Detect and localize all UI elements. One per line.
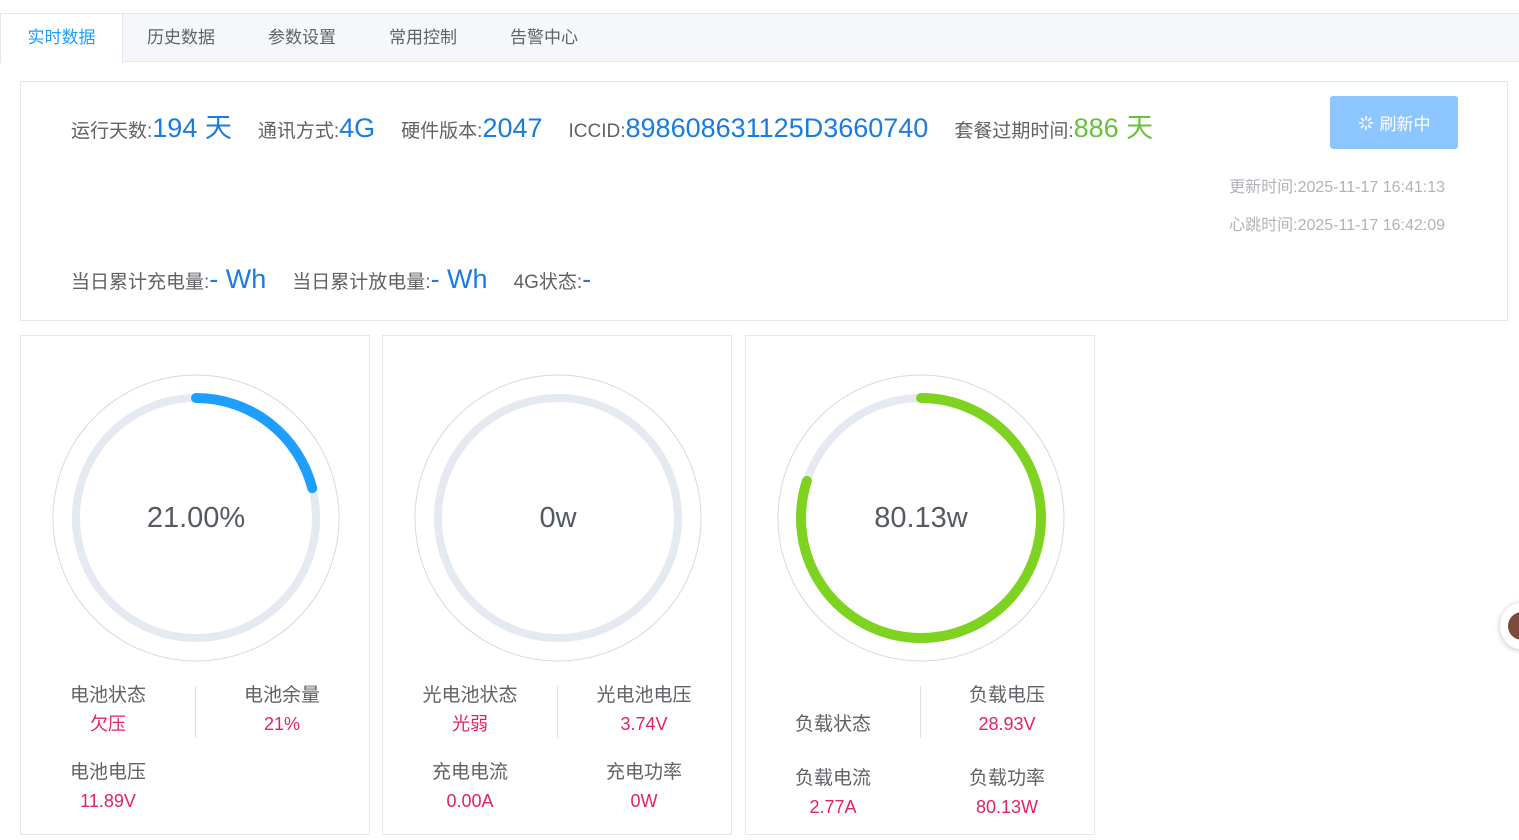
daily-charge-value: - Wh — [209, 264, 267, 294]
pv-status-value: 光弱 — [452, 714, 488, 734]
plan-expire-value: 886 天 — [1073, 113, 1154, 143]
hardware-version-label: 硬件版本: — [401, 121, 483, 142]
load-voltage: 负载电压 28.93V — [927, 684, 1087, 736]
refresh-button[interactable]: 刷新中 — [1330, 96, 1458, 149]
daily-discharge-value: - Wh — [430, 264, 488, 294]
daily-charge-label: 当日累计充电量: — [71, 272, 210, 293]
battery-voltage-label: 电池电压 — [69, 762, 146, 783]
load-current-value: 2.77A — [809, 797, 857, 817]
load-status-label: 负载状态 — [794, 714, 871, 735]
4g-status-value: - — [582, 264, 592, 294]
battery-remaining-label: 电池余量 — [243, 685, 320, 706]
load-power-label: 负载功率 — [968, 768, 1045, 789]
plan-expire-label: 套餐过期时间: — [954, 121, 1074, 142]
4g-status-label: 4G状态: — [513, 272, 583, 293]
pv-status-label: 光电池状态 — [422, 685, 518, 706]
load-voltage-value: 28.93V — [978, 714, 1036, 734]
load-stat-divider — [920, 686, 921, 738]
pv-card: 0w 光电池状态 光弱 光电池电压 3.74V 充电电流 0.00A 充电功率 … — [382, 335, 732, 835]
battery-stat-divider — [195, 686, 196, 738]
battery-status-label: 电池状态 — [69, 685, 146, 706]
load-card: 80.13w 负载状态 负载电压 28.93V 负载电流 2.77A 负载功率 … — [745, 335, 1095, 835]
floating-assistant-avatar[interactable] — [1500, 603, 1519, 649]
comm-mode-value: 4G — [339, 113, 376, 143]
device-info-panel: 运行天数: 194 天 通讯方式: 4G 硬件版本: 2047 ICCID: 8… — [20, 81, 1508, 321]
load-status: 负载状态 — [753, 713, 913, 737]
battery-status: 电池状态 欠压 — [28, 684, 188, 736]
iccid-label: ICCID: — [568, 121, 626, 142]
battery-voltage-value: 11.89V — [80, 791, 136, 811]
page-root: 实时数据 历史数据 参数设置 常用控制 告警中心 运行天数: 194 天 通讯方… — [0, 0, 1519, 840]
tab-bar: 实时数据 历史数据 参数设置 常用控制 告警中心 — [0, 13, 1519, 63]
tab-common-control[interactable]: 常用控制 — [363, 14, 483, 62]
comm-mode-label: 通讯方式: — [257, 121, 340, 142]
charge-current: 充电电流 0.00A — [390, 761, 550, 813]
pv-stat-divider — [557, 686, 558, 738]
load-gauge-value: 80.13w — [874, 501, 968, 534]
pv-voltage: 光电池电压 3.74V — [564, 684, 724, 736]
refresh-button-label: 刷新中 — [1379, 115, 1431, 134]
update-time: 更新时间:2025-11-17 16:41:13 — [1229, 179, 1445, 196]
battery-card: 21.00% 电池状态 欠压 电池余量 21% 电池电压 11.89V — [20, 335, 370, 835]
tab-parameter-settings[interactable]: 参数设置 — [241, 14, 363, 62]
device-info-row: 运行天数: 194 天 通讯方式: 4G 硬件版本: 2047 ICCID: 8… — [71, 106, 1179, 145]
load-current: 负载电流 2.77A — [753, 767, 913, 819]
pv-voltage-label: 光电池电压 — [596, 685, 692, 706]
loading-spinner-icon — [1358, 115, 1373, 130]
load-current-label: 负载电流 — [794, 768, 871, 789]
iccid-value: 898608631125D3660740 — [625, 113, 929, 143]
battery-status-value: 欠压 — [90, 714, 126, 734]
charge-power: 充电功率 0W — [564, 761, 724, 813]
battery-remaining: 电池余量 21% — [202, 684, 362, 736]
charge-power-label: 充电功率 — [605, 762, 682, 783]
charge-power-value: 0W — [630, 791, 658, 811]
pv-voltage-value: 3.74V — [620, 714, 668, 734]
charge-current-value: 0.00A — [446, 791, 494, 811]
battery-gauge-value: 21.00% — [146, 501, 246, 534]
run-days-label: 运行天数: — [71, 121, 153, 142]
pv-status: 光电池状态 光弱 — [390, 684, 550, 736]
tab-alarm-center[interactable]: 告警中心 — [483, 14, 605, 62]
load-voltage-label: 负载电压 — [968, 685, 1045, 706]
run-days-value: 194 天 — [152, 113, 232, 143]
heartbeat-time: 心跳时间:2025-11-17 16:42:09 — [1229, 217, 1445, 234]
charge-current-label: 充电电流 — [431, 762, 508, 783]
battery-voltage: 电池电压 11.89V — [28, 761, 188, 813]
load-power: 负载功率 80.13W — [927, 767, 1087, 819]
daily-energy-row: 当日累计充电量: - Wh 当日累计放电量: - Wh 4G状态: - — [71, 264, 617, 295]
pv-gauge-value: 0w — [539, 501, 577, 534]
tab-history-data[interactable]: 历史数据 — [121, 14, 241, 62]
load-power-value: 80.13W — [975, 797, 1039, 817]
daily-discharge-label: 当日累计放电量: — [292, 272, 431, 293]
tab-realtime-data[interactable]: 实时数据 — [0, 14, 123, 63]
hardware-version-value: 2047 — [482, 113, 543, 143]
battery-remaining-value: 21% — [263, 714, 301, 734]
